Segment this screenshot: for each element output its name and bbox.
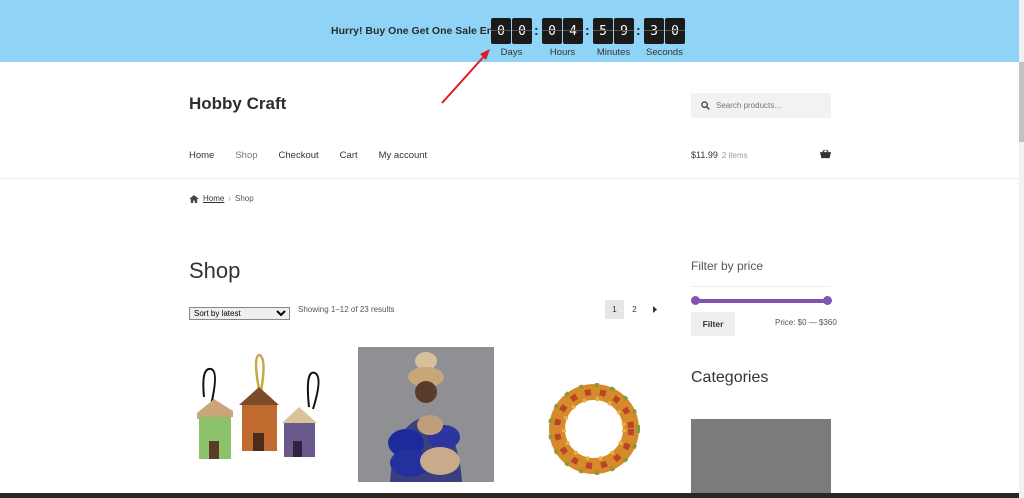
countdown-colon: : — [585, 22, 590, 38]
nav-checkout[interactable]: Checkout — [279, 150, 319, 161]
countdown-digit: 0 — [512, 18, 532, 44]
product-image-pumpkins[interactable] — [358, 347, 494, 482]
breadcrumb-separator: › — [228, 194, 232, 203]
annotation-arrow-icon — [441, 49, 490, 104]
countdown-digit: 0 — [542, 18, 562, 44]
sort-dropdown[interactable]: Sort by latest — [189, 303, 290, 321]
categories-title: Categories — [691, 369, 769, 386]
product-image-ornaments[interactable] — [189, 347, 324, 497]
countdown-digit: 4 — [563, 18, 583, 44]
search-icon — [701, 101, 710, 110]
page-title: Shop — [189, 258, 241, 283]
price-slider-max-handle[interactable] — [823, 296, 832, 305]
countdown-label: Days — [500, 47, 523, 58]
page-1[interactable]: 1 — [605, 300, 624, 319]
countdown-seconds: 3 0 Seconds — [644, 18, 685, 58]
countdown-bar: Hurry! Buy One Get One Sale Ends in 0 0 … — [0, 0, 1019, 62]
nav-cart[interactable]: Cart — [340, 150, 358, 161]
price-slider-range[interactable] — [695, 299, 828, 303]
filter-by-price-title: Filter by price — [691, 259, 764, 273]
result-count: Showing 1–12 of 23 results — [298, 305, 395, 314]
breadcrumb-home[interactable]: Home — [203, 194, 224, 203]
countdown-label: Minutes — [596, 47, 631, 58]
house-ornaments-image — [197, 353, 320, 459]
page-2[interactable]: 2 — [625, 300, 644, 319]
breadcrumb-current: Shop — [235, 194, 254, 203]
nav-home[interactable]: Home — [189, 150, 214, 161]
next-page-button[interactable] — [645, 300, 664, 319]
bottom-edge-strip — [0, 493, 1019, 498]
header-cart[interactable]: $11.99 2 items — [691, 149, 831, 160]
cart-items-count: 2 items — [721, 151, 748, 160]
header-divider — [0, 178, 1019, 179]
countdown-digit: 9 — [614, 18, 634, 44]
home-icon — [189, 194, 199, 203]
filter-button[interactable]: Filter — [691, 312, 735, 336]
primary-nav: Home Shop Checkout Cart My account — [189, 150, 448, 161]
basket-icon — [820, 149, 831, 159]
scrollbar-thumb[interactable] — [1019, 62, 1024, 142]
search-input[interactable] — [716, 101, 826, 110]
countdown-label: Seconds — [646, 47, 683, 58]
countdown-digit: 0 — [665, 18, 685, 44]
pumpkins-person-image — [358, 347, 494, 482]
countdown-colon: : — [636, 22, 641, 38]
nav-my-account[interactable]: My account — [379, 150, 428, 161]
countdown-days: 0 0 Days — [491, 18, 532, 58]
autumn-wreath-image — [548, 383, 640, 475]
countdown-hours: 0 4 Hours — [542, 18, 583, 58]
cart-total: $11.99 — [691, 150, 718, 160]
sort-select[interactable]: Sort by latest — [189, 307, 290, 320]
countdown-digit: 3 — [644, 18, 664, 44]
chevron-right-icon — [652, 306, 657, 313]
countdown-colon: : — [534, 22, 539, 38]
countdown-message: Hurry! Buy One Get One Sale Ends in — [331, 25, 518, 37]
countdown-minutes: 5 9 Minutes — [593, 18, 634, 58]
product-image-wreath[interactable] — [527, 347, 662, 497]
widget-divider — [691, 286, 831, 287]
category-image[interactable] — [691, 419, 831, 498]
countdown-digit: 0 — [491, 18, 511, 44]
search-box[interactable] — [691, 93, 831, 118]
price-slider-min-handle[interactable] — [691, 296, 700, 305]
countdown-digit: 5 — [593, 18, 613, 44]
countdown-label: Hours — [549, 47, 576, 58]
breadcrumb: Home › Shop — [189, 194, 254, 203]
site-title[interactable]: Hobby Craft — [189, 94, 286, 114]
nav-shop[interactable]: Shop — [235, 150, 257, 161]
price-range-label: Price: $0 — $360 — [775, 318, 837, 327]
pagination: 1 2 — [605, 300, 664, 319]
